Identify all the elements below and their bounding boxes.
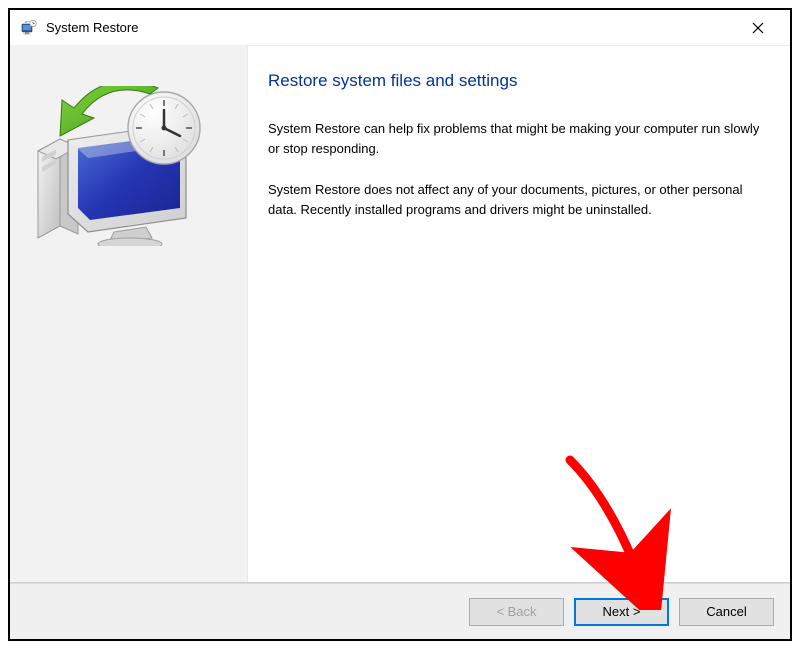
button-bar: < Back Next > Cancel (10, 583, 790, 639)
next-button[interactable]: Next > (574, 598, 669, 626)
window-title: System Restore (46, 20, 736, 35)
system-restore-app-icon (20, 19, 38, 37)
description-paragraph-2: System Restore does not affect any of yo… (268, 180, 760, 219)
page-heading: Restore system files and settings (268, 71, 760, 91)
close-icon (752, 22, 764, 34)
titlebar: System Restore (10, 10, 790, 46)
main-content: Restore system files and settings System… (248, 46, 790, 582)
cancel-button[interactable]: Cancel (679, 598, 774, 626)
close-button[interactable] (736, 14, 780, 42)
back-button: < Back (469, 598, 564, 626)
description-paragraph-1: System Restore can help fix problems tha… (268, 119, 760, 158)
system-restore-dialog: System Restore (8, 8, 792, 641)
system-restore-graphic (30, 86, 210, 246)
content-area: Restore system files and settings System… (10, 46, 790, 583)
sidebar-graphic-panel (10, 46, 248, 582)
